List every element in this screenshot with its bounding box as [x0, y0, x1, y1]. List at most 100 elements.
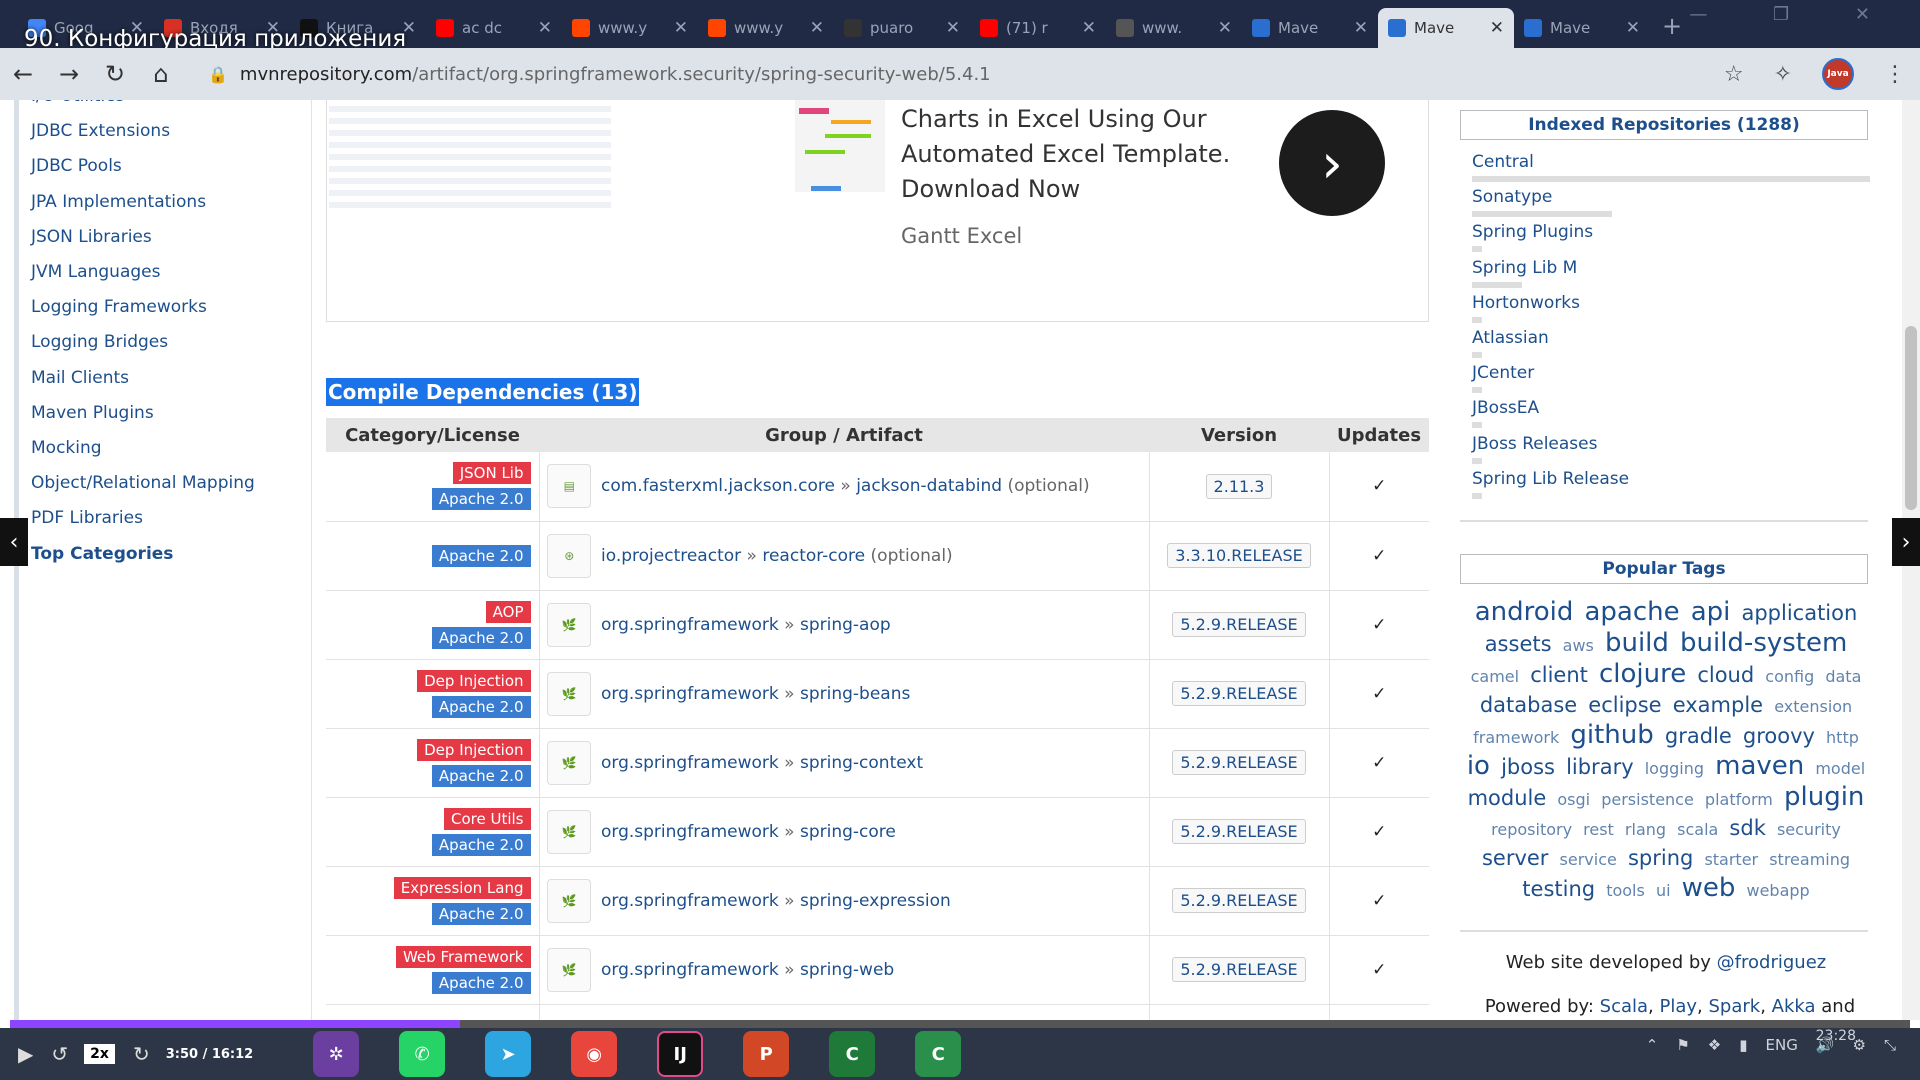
close-tab-icon[interactable]: ✕: [538, 18, 552, 38]
flag-icon[interactable]: ⚑: [1676, 1036, 1689, 1054]
tag-link[interactable]: model: [1815, 759, 1865, 778]
tag-link[interactable]: osgi: [1557, 790, 1590, 809]
tag-link[interactable]: plugin: [1784, 782, 1864, 812]
tag-link[interactable]: tools: [1606, 881, 1645, 900]
browser-tab[interactable]: ac dc ✕: [426, 8, 562, 48]
category-label[interactable]: Dep Injection: [417, 669, 531, 692]
close-tab-icon[interactable]: ✕: [1082, 18, 1096, 38]
slack-icon[interactable]: ✲: [313, 1031, 360, 1077]
window-controls[interactable]: — ❐ ✕: [1689, 4, 1900, 25]
license-label[interactable]: Apache 2.0: [431, 971, 531, 994]
language-indicator[interactable]: ENG: [1766, 1036, 1798, 1054]
powered-link[interactable]: Akka: [1772, 996, 1816, 1017]
tag-link[interactable]: spring: [1628, 846, 1693, 870]
sidebar-category-link[interactable]: JSON Libraries: [31, 227, 152, 247]
browser-tab[interactable]: www.y ✕: [562, 8, 698, 48]
repository-link[interactable]: Central: [1472, 152, 1534, 172]
tag-link[interactable]: eclipse: [1588, 693, 1661, 717]
tag-link[interactable]: github: [1570, 720, 1653, 750]
tag-link[interactable]: scala: [1677, 820, 1718, 839]
license-label[interactable]: Apache 2.0: [431, 764, 531, 787]
license-label[interactable]: Apache 2.0: [431, 902, 531, 925]
group-link[interactable]: org.springframework: [601, 753, 779, 773]
tag-link[interactable]: ui: [1656, 881, 1671, 900]
sidebar-category-link[interactable]: PDF Libraries: [31, 508, 143, 528]
powered-link[interactable]: Spark: [1709, 996, 1761, 1017]
category-label[interactable]: Web Framework: [395, 945, 531, 968]
tag-link[interactable]: module: [1468, 786, 1547, 810]
camtasia-icon[interactable]: C: [829, 1031, 876, 1077]
video-prev-arrow[interactable]: ‹: [0, 518, 28, 566]
tag-link[interactable]: aws: [1563, 636, 1594, 655]
tag-link[interactable]: extension: [1774, 697, 1852, 716]
powered-link[interactable]: Play: [1660, 996, 1698, 1017]
tag-link[interactable]: build: [1605, 628, 1669, 658]
chrome-icon[interactable]: ◉: [571, 1031, 618, 1077]
close-tab-icon[interactable]: ✕: [1490, 18, 1504, 38]
group-link[interactable]: io.projectreactor: [601, 546, 741, 566]
license-label[interactable]: Apache 2.0: [431, 544, 531, 567]
repository-link[interactable]: Hortonworks: [1472, 293, 1580, 313]
video-progress-bar[interactable]: [10, 1020, 1910, 1028]
category-label[interactable]: JSON Lib: [452, 462, 531, 485]
close-tab-icon[interactable]: ✕: [1626, 18, 1640, 38]
avatar[interactable]: Java: [1822, 58, 1854, 90]
sidebar-category-link[interactable]: Object/Relational Mapping: [31, 473, 255, 493]
group-link[interactable]: org.springframework: [601, 822, 779, 842]
tag-link[interactable]: android: [1475, 597, 1574, 627]
group-link[interactable]: org.springframework: [601, 684, 779, 704]
close-tab-icon[interactable]: ✕: [946, 18, 960, 38]
new-tab-button[interactable]: +: [1662, 12, 1682, 40]
browser-tab[interactable]: Mave ✕: [1242, 8, 1378, 48]
tag-link[interactable]: sdk: [1729, 816, 1765, 840]
tag-link[interactable]: database: [1480, 693, 1577, 717]
telegram-icon[interactable]: ➤: [485, 1031, 532, 1077]
intellij-icon[interactable]: IJ: [657, 1031, 704, 1077]
close-tab-icon[interactable]: ✕: [810, 18, 824, 38]
sidebar-category-link[interactable]: Logging Bridges: [31, 332, 168, 352]
tag-link[interactable]: clojure: [1599, 659, 1686, 689]
tag-link[interactable]: logging: [1645, 759, 1704, 778]
lock-icon[interactable]: 🔒: [208, 65, 228, 84]
browser-tab[interactable]: www. ✕: [1106, 8, 1242, 48]
volume-icon[interactable]: 🔊: [1816, 1036, 1835, 1054]
group-link[interactable]: org.springframework: [601, 960, 779, 980]
version-link[interactable]: 5.2.9.RELEASE: [1172, 957, 1306, 982]
ad-headline[interactable]: Charts in Excel Using Our Automated Exce…: [901, 102, 1231, 207]
sidebar-category-link[interactable]: Mocking: [31, 438, 102, 458]
tag-link[interactable]: testing: [1522, 877, 1595, 901]
tag-link[interactable]: framework: [1473, 728, 1559, 747]
sidebar-category-link[interactable]: Mail Clients: [31, 368, 129, 388]
tag-link[interactable]: http: [1826, 728, 1859, 747]
dev-link[interactable]: @frodriguez: [1717, 952, 1827, 973]
repository-link[interactable]: Spring Plugins: [1472, 222, 1593, 242]
video-next-arrow[interactable]: ›: [1892, 518, 1920, 566]
tag-link[interactable]: application: [1741, 601, 1857, 625]
menu-icon[interactable]: ⋮: [1884, 62, 1906, 87]
repository-link[interactable]: Spring Lib M: [1472, 258, 1577, 278]
license-label[interactable]: Apache 2.0: [431, 833, 531, 856]
advertisement[interactable]: Charts in Excel Using Our Automated Exce…: [326, 100, 1429, 322]
sidebar-category-link[interactable]: JPA Implementations: [31, 192, 206, 212]
tray-up-icon[interactable]: ⌃: [1646, 1036, 1659, 1054]
group-link[interactable]: org.springframework: [601, 891, 779, 911]
browser-tab[interactable]: www.y ✕: [698, 8, 834, 48]
license-label[interactable]: Apache 2.0: [431, 626, 531, 649]
artifact-link[interactable]: spring-web: [800, 960, 894, 980]
home-icon[interactable]: ⌂: [138, 60, 184, 88]
license-label[interactable]: Apache 2.0: [431, 695, 531, 718]
version-link[interactable]: 5.2.9.RELEASE: [1172, 888, 1306, 913]
tag-link[interactable]: webapp: [1746, 881, 1809, 900]
artifact-link[interactable]: jackson-databind: [856, 476, 1002, 496]
settings-icon[interactable]: ⚙: [1853, 1036, 1866, 1054]
scrollbar-thumb[interactable]: [1905, 326, 1917, 510]
tag-link[interactable]: build-system: [1680, 628, 1847, 658]
artifact-link[interactable]: spring-expression: [800, 891, 951, 911]
tag-link[interactable]: library: [1566, 755, 1634, 779]
sidebar-category-link[interactable]: Logging Frameworks: [31, 297, 207, 317]
browser-tab[interactable]: рuaro ✕: [834, 8, 970, 48]
tag-link[interactable]: groovy: [1743, 724, 1815, 748]
tag-link[interactable]: streaming: [1769, 850, 1850, 869]
version-link[interactable]: 2.11.3: [1205, 473, 1273, 499]
rewind-icon[interactable]: ↺: [51, 1042, 68, 1066]
